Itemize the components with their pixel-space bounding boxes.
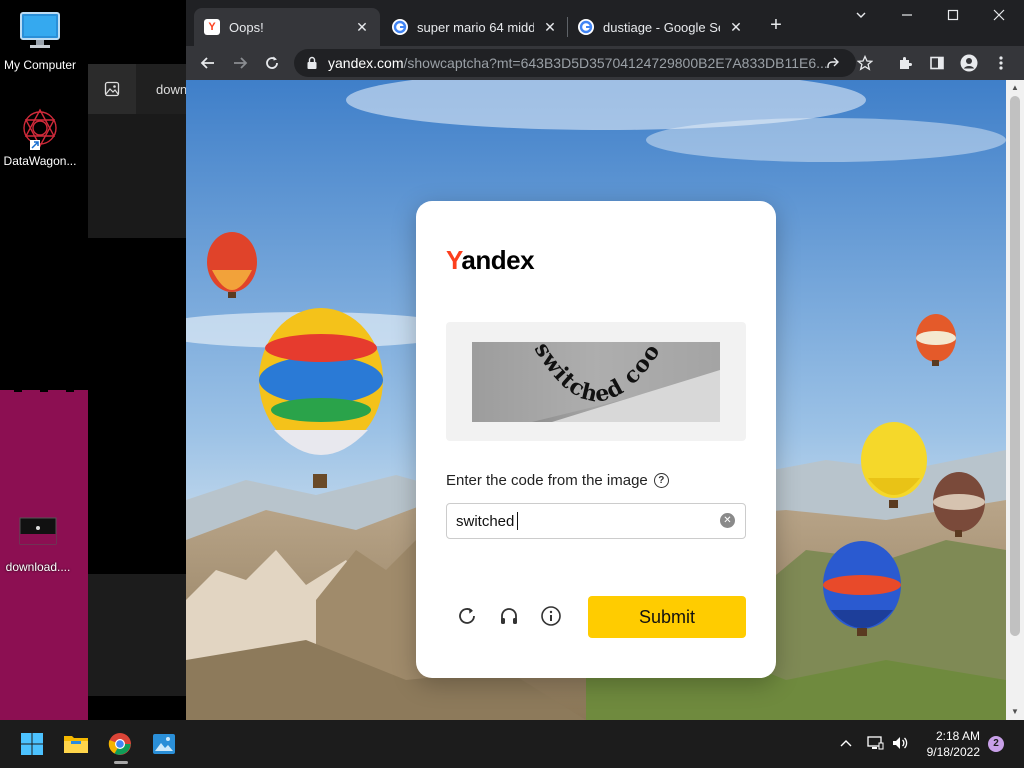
tab-search-icon[interactable] — [838, 0, 884, 30]
back-arrow-icon[interactable] — [195, 50, 221, 76]
url-host: yandex.com — [328, 55, 404, 71]
show-hidden-icons-chevron-icon[interactable] — [838, 735, 854, 756]
audio-captcha-headphones-icon[interactable] — [496, 603, 522, 629]
minimize-button[interactable] — [884, 0, 930, 30]
close-window-button[interactable] — [976, 0, 1022, 30]
bookmark-star-icon[interactable] — [852, 50, 878, 76]
active-app-indicator — [114, 761, 128, 764]
text-cursor — [517, 512, 518, 530]
page-scrollbar[interactable]: ▲ ▼ — [1006, 80, 1024, 720]
browser-toolbar: yandex.com /showcaptcha?mt=643B3D5D35704… — [186, 46, 1024, 80]
tab-oops[interactable]: Y Oops! ✕ — [194, 8, 380, 46]
desktop-icon-label: My Computer — [3, 58, 77, 72]
chrome-window: Y Oops! ✕ super mario 64 middle ✕ dustia… — [186, 0, 1024, 720]
datawagon-icon — [23, 108, 57, 150]
tab-title: dustiage - Google Sear — [603, 19, 720, 35]
page-viewport: Yandex switched coomb — [186, 80, 1006, 720]
reload-icon[interactable] — [259, 50, 285, 76]
help-question-icon[interactable]: ? — [653, 473, 669, 488]
captcha-prompt: Enter the code from the image ? — [446, 472, 669, 489]
yandex-logo: Yandex — [446, 245, 535, 275]
image-file-icon — [19, 517, 57, 545]
clock-date: 9/18/2022 — [926, 745, 980, 759]
tab-strip: Y Oops! ✕ super mario 64 middle ✕ dustia… — [186, 0, 1024, 46]
clear-input-icon[interactable]: ✕ — [720, 513, 735, 528]
notification-badge[interactable]: 2 — [988, 736, 1004, 752]
scroll-down-icon[interactable]: ▼ — [1006, 704, 1024, 720]
computer-icon — [20, 12, 60, 48]
captcha-card: Yandex switched coomb — [416, 201, 776, 678]
system-clock[interactable]: 2:18 AM 9/18/2022 — [918, 728, 980, 760]
desktop-icon-label: DataWagon... — [3, 154, 77, 168]
more-menu-icon[interactable] — [988, 50, 1014, 76]
captcha-image-container: switched coomb — [446, 322, 746, 441]
side-panel-icon[interactable] — [924, 50, 950, 76]
window-title: down — [156, 81, 188, 97]
scrollbar-thumb[interactable] — [1010, 96, 1020, 636]
tab-title: Oops! — [229, 19, 264, 35]
url-path: /showcaptcha?mt=643B3D5D35704124729800B2… — [403, 55, 828, 71]
network-icon[interactable] — [866, 734, 884, 757]
start-windows-icon[interactable] — [16, 728, 48, 760]
close-tab-icon[interactable]: ✕ — [542, 19, 558, 35]
address-bar[interactable]: yandex.com /showcaptcha?mt=643B3D5D35704… — [294, 49, 856, 77]
new-tab-button[interactable]: + — [764, 14, 788, 38]
profile-icon[interactable] — [956, 50, 982, 76]
desktop-icon-my-computer[interactable]: My Computer — [0, 10, 80, 72]
image-icon[interactable] — [88, 64, 136, 114]
refresh-captcha-icon[interactable] — [454, 603, 480, 629]
captcha-code-input[interactable] — [446, 503, 746, 539]
captcha-image: switched coomb — [472, 342, 720, 422]
tab-title: super mario 64 middle — [417, 19, 534, 35]
lock-icon — [307, 56, 317, 69]
close-tab-icon[interactable]: ✕ — [728, 19, 744, 35]
forward-arrow-icon[interactable] — [227, 50, 253, 76]
share-icon[interactable] — [820, 50, 846, 76]
yandex-favicon: Y — [204, 19, 220, 35]
background-photos-window[interactable]: down — [88, 64, 188, 696]
google-favicon — [578, 19, 594, 35]
tab-super-mario[interactable]: super mario 64 middle ✕ — [382, 8, 568, 46]
desktop-icon-download[interactable]: download.... — [0, 512, 78, 574]
close-tab-icon[interactable]: ✕ — [354, 19, 370, 35]
photos-app-icon[interactable] — [148, 728, 180, 760]
chrome-taskbar-icon[interactable] — [104, 728, 136, 760]
google-favicon — [392, 19, 408, 35]
extensions-puzzle-icon[interactable] — [892, 50, 918, 76]
volume-speaker-icon[interactable] — [891, 734, 909, 757]
maximize-button[interactable] — [930, 0, 976, 30]
desktop-icon-datawagon[interactable]: DataWagon... — [0, 106, 80, 168]
tab-dustiage[interactable]: dustiage - Google Sear ✕ — [568, 8, 754, 46]
submit-button[interactable]: Submit — [588, 596, 746, 638]
clock-time: 2:18 AM — [935, 729, 980, 743]
taskbar: 2:18 AM 9/18/2022 — [0, 720, 1024, 768]
desktop-icon-label: download.... — [5, 560, 71, 574]
info-icon[interactable] — [538, 603, 564, 629]
file-explorer-icon[interactable] — [60, 728, 92, 760]
scroll-up-icon[interactable]: ▲ — [1006, 80, 1024, 96]
